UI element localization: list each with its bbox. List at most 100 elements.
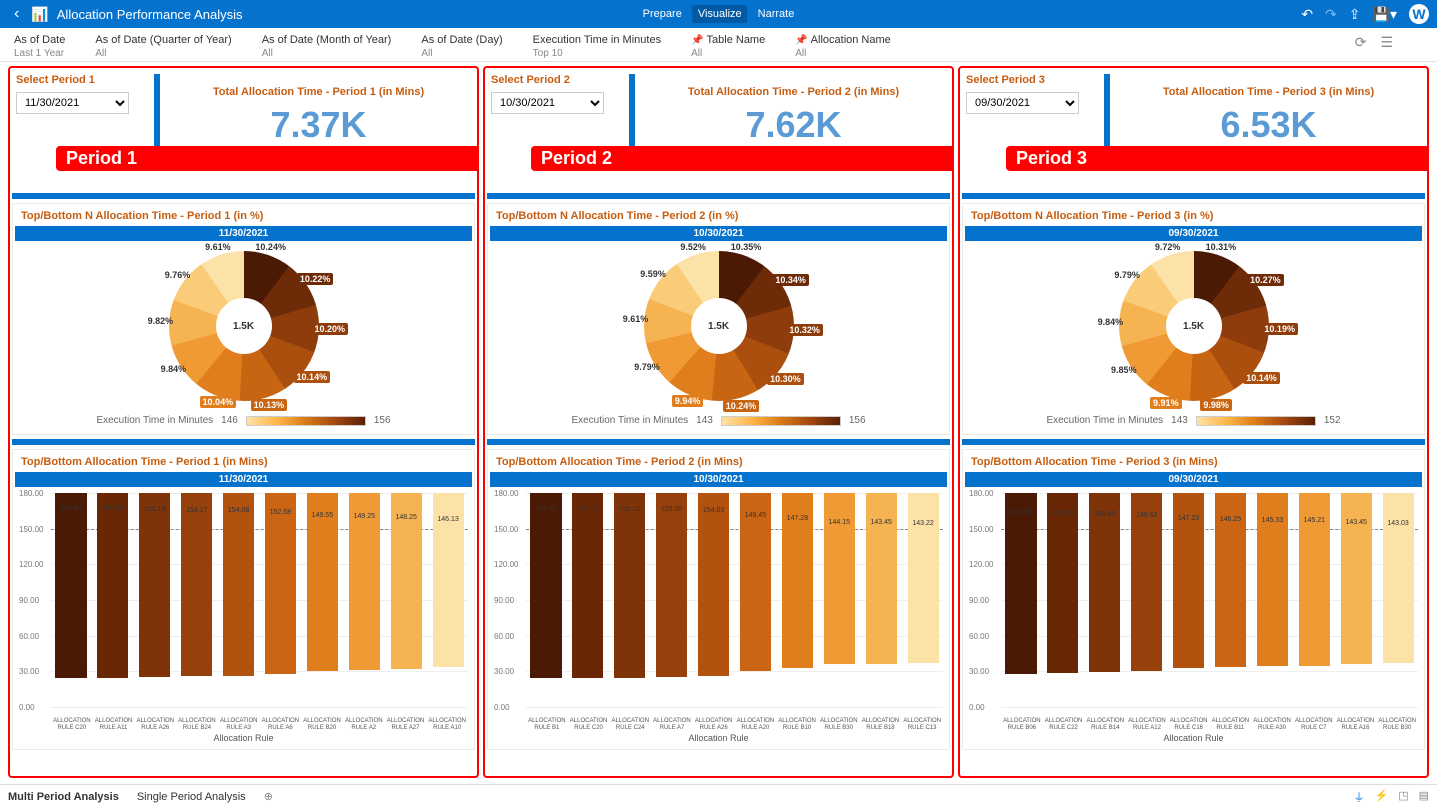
period-date-select[interactable]: 09/30/2021 (966, 92, 1079, 114)
donut-slice-label: 10.22% (297, 273, 334, 285)
bar-column[interactable]: 155.63 (51, 493, 91, 707)
bar-x-title: Allocation Rule (490, 731, 947, 747)
bar-value-label: 155.55 (577, 505, 598, 512)
bar-column[interactable]: 155.00 (652, 493, 692, 707)
panel-icon[interactable]: ▤ (1419, 789, 1429, 805)
filter-exectime[interactable]: Execution Time in Minutes Top 10 (533, 34, 661, 59)
bar-x-label: ALLOCATIONRULE C16 (1168, 718, 1210, 731)
donut-chart[interactable]: 1.5K 10.31%10.27%10.19%10.14%9.98%9.91%9… (1119, 251, 1269, 401)
add-canvas-button[interactable]: ⊕ (264, 790, 273, 803)
bar-chart[interactable]: Execution Time in Minutes 0.0030.0060.00… (965, 487, 1422, 731)
bar-column[interactable]: 143.45 (861, 493, 901, 707)
bar-column[interactable]: 148.25 (386, 493, 426, 707)
legend-max: 156 (374, 415, 391, 426)
share-icon[interactable]: ⇪ (1349, 6, 1361, 23)
bar-column[interactable]: 155.63 (526, 493, 566, 707)
layout-icon[interactable]: ◳ (1398, 789, 1408, 805)
bar-column[interactable]: 154.03 (694, 493, 734, 707)
bar-chart[interactable]: Execution Time in Minutes 0.0030.0060.00… (15, 487, 472, 731)
period-date-select[interactable]: 10/30/2021 (491, 92, 604, 114)
legend-max: 156 (849, 415, 866, 426)
bar-column[interactable]: 152.58 (261, 493, 301, 707)
filter-asofdate[interactable]: As of Date Last 1 Year (14, 34, 65, 59)
donut-center-value: 1.5K (1166, 298, 1222, 354)
bar-column[interactable]: 145.21 (1294, 493, 1334, 707)
refresh-icon[interactable]: ⟳ (1355, 34, 1367, 51)
bar-x-label: ALLOCATIONRULE A11 (93, 718, 135, 731)
tab-visualize[interactable]: Visualize (692, 5, 748, 23)
bar-x-label: ALLOCATIONRULE C24 (609, 718, 651, 731)
donut-slice-label: 9.84% (1098, 317, 1124, 327)
donut-date-header: 10/30/2021 (490, 226, 947, 241)
bar (614, 493, 645, 678)
donut-legend: Execution Time in Minutes 146 156 (15, 411, 472, 432)
bar-x-label: ALLOCATIONRULE C7 (1293, 718, 1335, 731)
period-date-select[interactable]: 11/30/2021 (16, 92, 129, 114)
bar-column[interactable]: 145.33 (1252, 493, 1292, 707)
bar-x-label: ALLOCATIONRULE B30 (818, 718, 860, 731)
period-badge: Period 3 (1006, 146, 1429, 171)
filter-allocationname[interactable]: 📌Allocation Name All (795, 34, 891, 59)
donut-slice-label: 9.72% (1155, 242, 1181, 252)
donut-chart[interactable]: 1.5K 10.24%10.22%10.20%10.14%10.13%10.04… (169, 251, 319, 401)
auto-insights-icon[interactable]: ⏚ (1353, 789, 1364, 805)
bar-x-label: ALLOCATIONRULE B20 (301, 718, 343, 731)
bar (1047, 493, 1078, 673)
filter-month[interactable]: As of Date (Month of Year) All (262, 34, 392, 59)
bar-column[interactable]: 143.22 (903, 493, 943, 707)
filter-quarter[interactable]: As of Date (Quarter of Year) All (95, 34, 231, 59)
filter-tablename[interactable]: 📌Table Name All (691, 34, 765, 59)
bar (908, 493, 939, 663)
bar-column[interactable]: 146.25 (1211, 493, 1251, 707)
bar-card: Top/Bottom Allocation Time - Period 1 (i… (12, 449, 475, 750)
bar-value-label: 152.23 (1010, 509, 1031, 516)
period-panel: Select Period 2 10/30/2021 Total Allocat… (483, 66, 954, 778)
bar-value-label: 147.28 (787, 515, 808, 522)
user-avatar[interactable]: W (1409, 4, 1429, 24)
bar-x-label: ALLOCATIONRULE A7 (651, 718, 693, 731)
bar-column[interactable]: 147.28 (777, 493, 817, 707)
bar-column[interactable]: 155.38 (93, 493, 133, 707)
save-icon[interactable]: 💾▾ (1373, 6, 1397, 23)
pin-icon: 📌 (795, 35, 807, 46)
bar-column[interactable]: 149.62 (1127, 493, 1167, 707)
bar-column[interactable]: 151.63 (1043, 493, 1083, 707)
bar-column[interactable]: 146.13 (428, 493, 468, 707)
bar-x-label: ALLOCATIONRULE C20 (51, 718, 93, 731)
bar-column[interactable]: 150.43 (1085, 493, 1125, 707)
bolt-icon[interactable]: ⚡ (1374, 789, 1388, 805)
bar-column[interactable]: 154.08 (219, 493, 259, 707)
bar-column[interactable]: 143.45 (1336, 493, 1376, 707)
bar-x-label: ALLOCATIONRULE A6 (260, 718, 302, 731)
bar-column[interactable]: 155.13 (135, 493, 175, 707)
tab-prepare[interactable]: Prepare (637, 5, 688, 23)
bar-column[interactable]: 155.20 (610, 493, 650, 707)
tab-multi-period[interactable]: Multi Period Analysis (8, 791, 119, 803)
bar-value-label: 155.63 (60, 505, 81, 512)
bar-column[interactable]: 155.55 (568, 493, 608, 707)
bar-column[interactable]: 147.23 (1169, 493, 1209, 707)
donut-card: Top/Bottom N Allocation Time - Period 3 … (962, 203, 1425, 435)
bar-card: Top/Bottom Allocation Time - Period 3 (i… (962, 449, 1425, 750)
undo-icon[interactable]: ↶ (1301, 6, 1313, 23)
bar-column[interactable]: 144.15 (819, 493, 859, 707)
bar-column[interactable]: 154.17 (177, 493, 217, 707)
bar-column[interactable]: 152.23 (1001, 493, 1041, 707)
filter-day[interactable]: As of Date (Day) All (421, 34, 502, 59)
donut-date-header: 09/30/2021 (965, 226, 1422, 241)
bar-value-label: 143.45 (870, 519, 891, 526)
back-button[interactable]: ‹ (8, 5, 25, 23)
bar-column[interactable]: 149.25 (344, 493, 384, 707)
bar-column[interactable]: 149.45 (736, 493, 776, 707)
tab-single-period[interactable]: Single Period Analysis (137, 791, 246, 803)
section-divider (962, 439, 1425, 445)
tab-narrate[interactable]: Narrate (752, 5, 801, 23)
bar-column[interactable]: 149.55 (302, 493, 342, 707)
donut-chart[interactable]: 1.5K 10.35%10.34%10.32%10.30%10.24%9.94%… (644, 251, 794, 401)
list-icon[interactable]: ☰ (1380, 34, 1393, 51)
bar-value-label: 147.23 (1178, 515, 1199, 522)
bar-chart[interactable]: Execution Time in Minutes 0.0030.0060.00… (490, 487, 947, 731)
bar-x-label: ALLOCATIONRULE B11 (1210, 718, 1252, 731)
redo-icon[interactable]: ↷ (1325, 6, 1337, 23)
bar-column[interactable]: 143.03 (1378, 493, 1418, 707)
